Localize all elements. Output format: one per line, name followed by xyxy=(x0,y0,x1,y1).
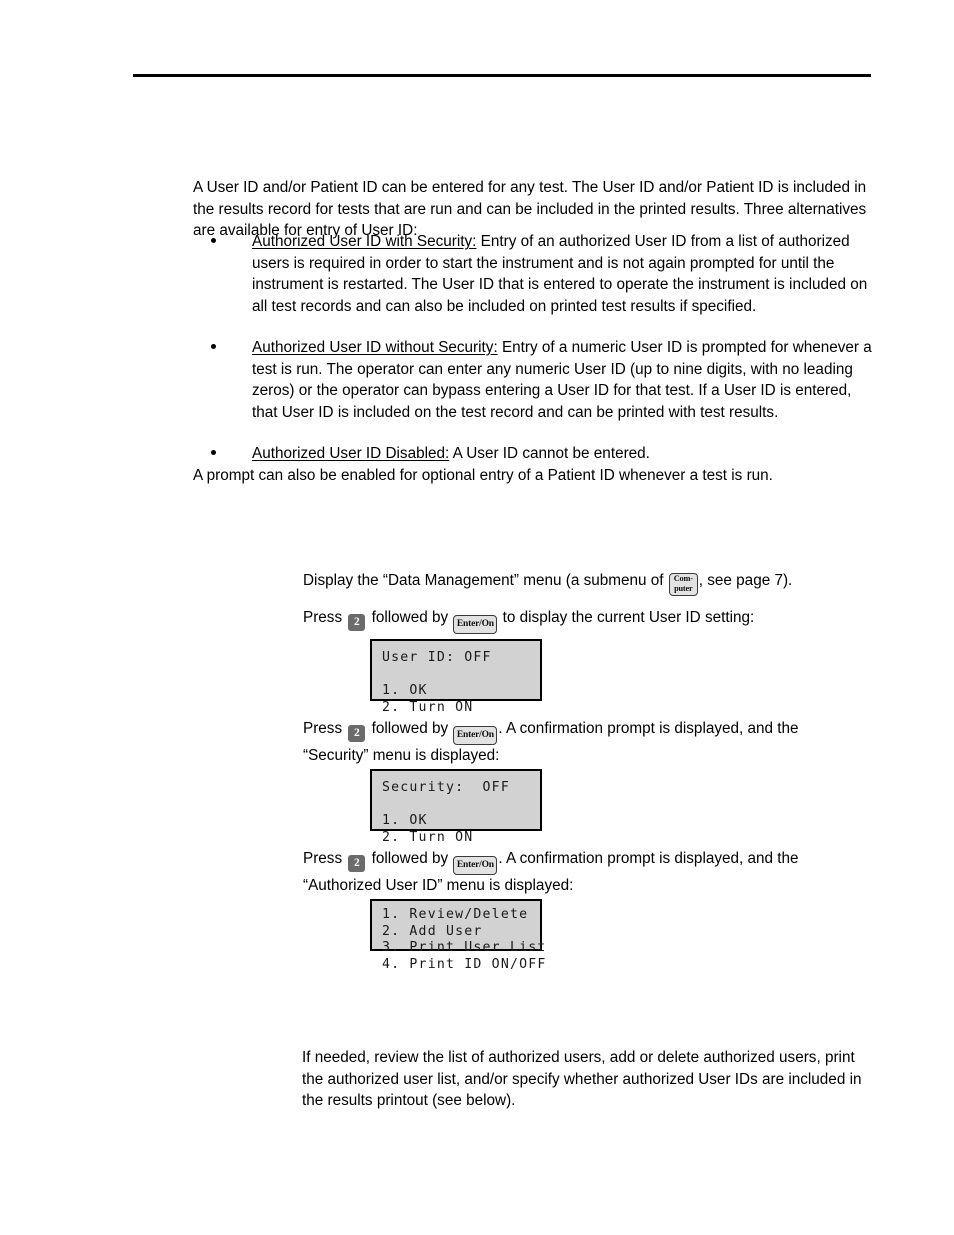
step4-text-middle: followed by xyxy=(367,850,453,867)
lcd-line: 1. Review/Delete xyxy=(382,907,529,922)
step-press-2-security: Press 2 followed by Enter/On. A confirma… xyxy=(303,718,868,767)
number-2-key-icon: 2 xyxy=(348,855,366,872)
enter-on-key-icon: Enter/On xyxy=(453,615,498,634)
lcd-line: Security: OFF xyxy=(382,780,510,795)
bullet-list: Authorized User ID with Security: Entry … xyxy=(193,231,875,465)
step1-text-before: Display the “Data Management” menu (a su… xyxy=(303,572,668,589)
list-item-body: A User ID cannot be entered. xyxy=(449,445,650,462)
step-display-data-management: Display the “Data Management” menu (a su… xyxy=(303,570,881,596)
lcd-display-authorized-user-id: 1. Review/Delete 2. Add User 3. Print User… xyxy=(370,899,545,972)
list-item: Authorized User ID Disabled: A User ID c… xyxy=(193,443,875,465)
computer-key-line1: Com- xyxy=(673,574,693,583)
lcd-line: User ID: OFF xyxy=(382,650,492,665)
list-item: Authorized User ID without Security: Ent… xyxy=(193,337,875,423)
step3-text-middle: followed by xyxy=(367,720,453,737)
number-2-key-icon: 2 xyxy=(348,725,366,742)
step-press-2-user-id: Press 2 followed by Enter/On to display … xyxy=(303,607,881,634)
step-press-2-authorized-user-id: Press 2 followed by Enter/On. A confirma… xyxy=(303,848,868,897)
computer-key-line2: puter xyxy=(674,584,693,593)
bullet-dot-icon xyxy=(211,450,216,455)
bullet-dot-icon xyxy=(211,238,216,243)
lcd-display-security: Security: OFF 1. OK 2. Turn ON xyxy=(370,769,542,845)
step2-text-middle: followed by xyxy=(367,609,453,626)
list-item-lead: Authorized User ID with Security: xyxy=(252,233,477,250)
enter-on-key-icon: Enter/On xyxy=(453,856,498,875)
enter-on-key-icon: Enter/On xyxy=(453,726,498,745)
lcd-line-blank xyxy=(382,667,540,684)
footer-paragraph: If needed, review the list of authorized… xyxy=(302,1049,862,1110)
closing-paragraph: A prompt can also be enabled for optiona… xyxy=(193,467,773,485)
number-2-key-icon: 2 xyxy=(348,614,366,631)
lcd-line: 2. Turn ON xyxy=(382,699,474,715)
step3-text-before: Press xyxy=(303,720,347,737)
bullet-dot-icon xyxy=(211,344,216,349)
step2-text-before: Press xyxy=(303,609,347,626)
computer-key-icon: Com-puter xyxy=(668,573,698,596)
step4-text-before: Press xyxy=(303,850,347,867)
lcd-line: 2. Add User xyxy=(382,923,483,939)
lcd-line-blank xyxy=(382,797,540,814)
list-item: Authorized User ID with Security: Entry … xyxy=(193,231,875,317)
lcd-display-user-id: User ID: OFF 1. OK 2. Turn ON xyxy=(370,639,542,715)
lcd-line: 4. Print ID ON/OFF xyxy=(382,956,547,972)
header-rule xyxy=(133,74,871,77)
lcd-line: 1. OK xyxy=(382,683,428,698)
document-page: A User ID and/or Patient ID can be enter… xyxy=(0,0,954,1235)
list-item-lead: Authorized User ID without Security: xyxy=(252,339,498,356)
procedure-steps: Display the “Data Management” menu (a su… xyxy=(303,570,881,634)
lcd-line: 2. Turn ON xyxy=(382,829,474,845)
step1-text-after: , see page 7). xyxy=(698,572,793,589)
lcd-line: 3. Print User List xyxy=(382,940,547,955)
list-item-lead: Authorized User ID Disabled: xyxy=(252,445,450,462)
lcd-line: 1. OK xyxy=(382,813,428,828)
step2-text-after: to display the current User ID setting: xyxy=(498,609,755,626)
